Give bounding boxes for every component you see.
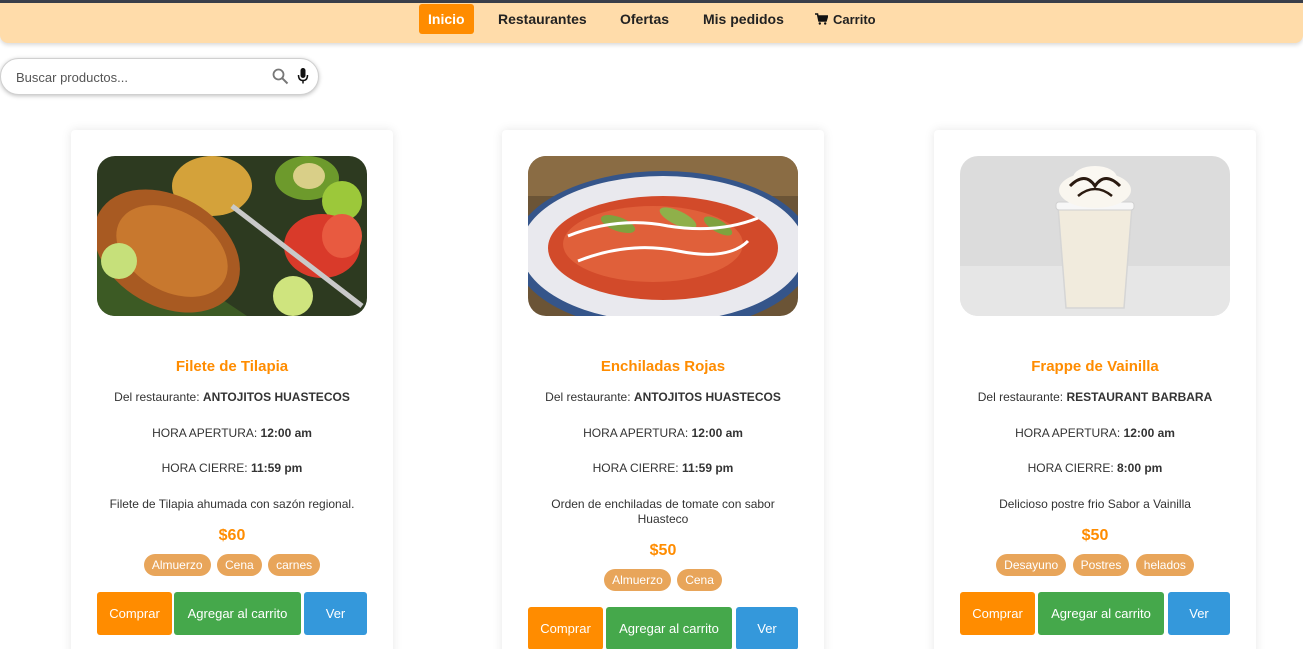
close-prefix: HORA CIERRE: xyxy=(1027,461,1114,475)
close-time-value: 11:59 pm xyxy=(250,461,303,475)
product-tags: Desayuno Postres helados xyxy=(934,554,1256,576)
nav-carrito[interactable]: Carrito xyxy=(806,4,885,34)
product-description: Delicioso postre frio Sabor a Vainilla xyxy=(999,497,1191,511)
product-card: Frappe de Vainilla Del restaurante: REST… xyxy=(934,130,1256,649)
restaurant-prefix: Del restaurante: xyxy=(977,390,1064,404)
search-icon[interactable] xyxy=(272,68,289,85)
close-time-value: 11:59 pm xyxy=(681,461,734,475)
add-to-cart-button[interactable]: Agregar al carrito xyxy=(606,607,732,649)
open-time-value: 12:00 am xyxy=(1123,426,1175,440)
open-prefix: HORA APERTURA: xyxy=(583,426,689,440)
nav-mis-pedidos[interactable]: Mis pedidos xyxy=(694,4,793,34)
product-restaurant: Del restaurante: ANTOJITOS HUASTECOS xyxy=(502,390,824,404)
product-restaurant: Del restaurante: RESTAURANT BARBARA xyxy=(934,390,1256,404)
nav-ofertas[interactable]: Ofertas xyxy=(611,4,678,34)
open-time-value: 12:00 am xyxy=(260,426,312,440)
view-button[interactable]: Ver xyxy=(304,592,367,635)
top-navbar: Inicio Restaurantes Ofertas Mis pedidos … xyxy=(0,3,1303,43)
product-price: $50 xyxy=(649,542,677,559)
close-prefix: HORA CIERRE: xyxy=(592,461,679,475)
product-price: $50 xyxy=(1081,527,1109,544)
open-prefix: HORA APERTURA: xyxy=(152,426,258,440)
product-card: Enchiladas Rojas Del restaurante: ANTOJI… xyxy=(502,130,824,649)
product-restaurant: Del restaurante: ANTOJITOS HUASTECOS xyxy=(71,390,393,404)
product-price: $60 xyxy=(218,527,246,544)
product-title[interactable]: Filete de Tilapia xyxy=(71,358,393,375)
add-to-cart-button[interactable]: Agregar al carrito xyxy=(174,592,301,635)
buy-button[interactable]: Comprar xyxy=(528,607,603,649)
buy-button[interactable]: Comprar xyxy=(960,592,1035,635)
product-open-time: HORA APERTURA: 12:00 am xyxy=(502,426,824,440)
tag-desayuno[interactable]: Desayuno xyxy=(996,554,1067,576)
open-prefix: HORA APERTURA: xyxy=(1015,426,1121,440)
tag-postres[interactable]: Postres xyxy=(1072,554,1130,576)
restaurant-name: RESTAURANT BARBARA xyxy=(1066,390,1213,404)
tag-carnes[interactable]: carnes xyxy=(268,554,321,576)
product-description: Orden de enchiladas de tomate con sabor … xyxy=(551,497,775,526)
product-close-time: HORA CIERRE: 8:00 pm xyxy=(934,461,1256,475)
microphone-icon[interactable] xyxy=(297,67,309,85)
search-input[interactable] xyxy=(16,67,261,87)
restaurant-prefix: Del restaurante: xyxy=(114,390,200,404)
close-time-value: 8:00 pm xyxy=(1117,461,1163,475)
product-open-time: HORA APERTURA: 12:00 am xyxy=(934,426,1256,440)
product-image-enchiladas[interactable] xyxy=(528,156,798,316)
product-close-time: HORA CIERRE: 11:59 pm xyxy=(502,461,824,475)
close-prefix: HORA CIERRE: xyxy=(161,461,248,475)
product-tags: Almuerzo Cena carnes xyxy=(71,554,393,576)
product-description: Filete de Tilapia ahumada con sazón regi… xyxy=(109,497,355,511)
open-time-value: 12:00 am xyxy=(691,426,743,440)
restaurant-name: ANTOJITOS HUASTECOS xyxy=(633,390,781,404)
view-button[interactable]: Ver xyxy=(736,607,798,649)
product-image-tilapia[interactable] xyxy=(97,156,367,316)
nav-inicio[interactable]: Inicio xyxy=(419,4,474,34)
search-bar xyxy=(0,58,319,95)
restaurant-prefix: Del restaurante: xyxy=(545,390,631,404)
tag-cena[interactable]: Cena xyxy=(677,569,722,591)
view-button[interactable]: Ver xyxy=(1168,592,1230,635)
product-close-time: HORA CIERRE: 11:59 pm xyxy=(71,461,393,475)
buy-button[interactable]: Comprar xyxy=(97,592,172,635)
tag-almuerzo[interactable]: Almuerzo xyxy=(143,554,211,576)
product-image-frappe[interactable] xyxy=(960,156,1230,316)
product-title[interactable]: Frappe de Vainilla xyxy=(934,358,1256,375)
product-open-time: HORA APERTURA: 12:00 am xyxy=(71,426,393,440)
cart-icon xyxy=(815,13,828,25)
product-tags: Almuerzo Cena xyxy=(502,569,824,591)
tag-cena[interactable]: Cena xyxy=(216,554,262,576)
restaurant-name: ANTOJITOS HUASTECOS xyxy=(202,390,350,404)
nav-carrito-label: Carrito xyxy=(833,12,876,27)
tag-helados[interactable]: helados xyxy=(1135,554,1194,576)
product-card: Filete de Tilapia Del restaurante: ANTOJ… xyxy=(71,130,393,649)
nav-restaurantes[interactable]: Restaurantes xyxy=(489,4,596,34)
tag-almuerzo[interactable]: Almuerzo xyxy=(604,569,671,591)
product-title[interactable]: Enchiladas Rojas xyxy=(502,358,824,375)
add-to-cart-button[interactable]: Agregar al carrito xyxy=(1038,592,1164,635)
